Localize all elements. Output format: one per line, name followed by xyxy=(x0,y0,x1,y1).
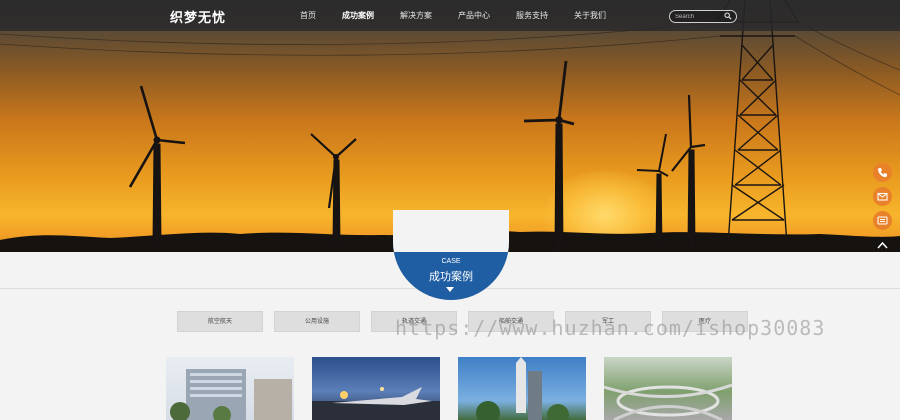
wechat-icon xyxy=(877,216,888,225)
wind-turbine xyxy=(671,94,706,249)
main-nav: 首页 成功案例 解决方案 产品中心 服务支持 关于我们 xyxy=(300,0,632,31)
nav-item-solutions[interactable]: 解决方案 xyxy=(400,0,432,31)
mail-icon xyxy=(877,192,888,201)
section-badge: CASE 成功案例 xyxy=(393,210,509,300)
nav-item-cases[interactable]: 成功案例 xyxy=(342,0,374,31)
case-thumbnail-rocket-tower[interactable] xyxy=(458,357,586,420)
case-thumbnail-airport[interactable] xyxy=(312,357,440,420)
wind-turbine xyxy=(636,133,669,249)
side-wechat-button[interactable] xyxy=(873,211,892,230)
search-input[interactable] xyxy=(675,11,721,22)
nav-item-home[interactable]: 首页 xyxy=(300,0,316,31)
side-phone-button[interactable] xyxy=(873,163,892,182)
chevron-up-icon xyxy=(877,241,888,249)
watermark-text: https://www.huzhan.com/ishop30083 xyxy=(395,316,826,340)
nav-item-about[interactable]: 关于我们 xyxy=(574,0,606,31)
interchange-image xyxy=(604,383,732,420)
back-to-top-button[interactable] xyxy=(873,236,892,255)
power-lines xyxy=(0,21,900,96)
wind-turbine xyxy=(128,85,186,246)
section-title: 成功案例 xyxy=(429,271,473,283)
category-tab[interactable]: 航空航天 xyxy=(177,311,263,332)
side-mail-button[interactable] xyxy=(873,187,892,206)
case-thumbnails xyxy=(166,357,750,420)
site-logo[interactable]: 织梦无忧 xyxy=(170,7,226,26)
wind-turbine xyxy=(523,60,575,251)
aircraft-image xyxy=(312,387,440,420)
building-image xyxy=(170,369,292,420)
rocket-image xyxy=(476,357,569,420)
case-thumbnail-office-building[interactable] xyxy=(166,357,294,420)
caret-down-icon xyxy=(446,287,454,292)
section-subtitle: CASE xyxy=(441,258,461,265)
search-box xyxy=(669,10,737,23)
wind-turbine xyxy=(310,133,357,246)
transmission-tower xyxy=(715,0,799,246)
category-tab[interactable]: 公用设施 xyxy=(274,311,360,332)
case-thumbnail-interchange[interactable] xyxy=(604,357,732,420)
search-icon[interactable] xyxy=(724,12,732,20)
nav-item-products[interactable]: 产品中心 xyxy=(458,0,490,31)
phone-icon xyxy=(878,168,887,178)
nav-item-support[interactable]: 服务支持 xyxy=(516,0,548,31)
top-navbar: 织梦无忧 首页 成功案例 解决方案 产品中心 服务支持 关于我们 xyxy=(0,0,900,31)
